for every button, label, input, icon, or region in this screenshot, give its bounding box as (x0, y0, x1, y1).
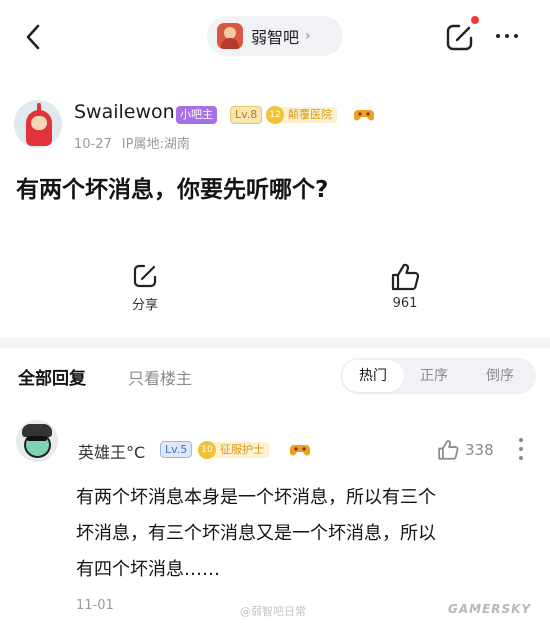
reply-more-button[interactable] (516, 438, 526, 460)
notification-dot (471, 16, 479, 24)
share-label: 分享 (131, 298, 158, 313)
game-controller-icon (354, 110, 374, 121)
forum-name-pill[interactable]: 弱智吧 › (207, 16, 343, 56)
reply-like-count: 338 (465, 441, 494, 459)
tab-host-only[interactable]: 只看楼主 (128, 365, 192, 389)
back-button[interactable] (18, 20, 48, 54)
title-badge-level: 12 (266, 106, 284, 124)
forum-name: 弱智吧 (251, 28, 300, 47)
like-button[interactable]: 961 (375, 262, 435, 311)
thumbs-up-icon (438, 440, 459, 460)
forum-avatar (217, 23, 243, 49)
tab-all-replies[interactable]: 全部回复 (18, 364, 86, 389)
reply-line: 坏消息，有三个坏消息又是一个坏消息，所以 (76, 523, 436, 544)
moderator-badge: 小吧主 (176, 106, 217, 124)
reply-author-name[interactable]: 英雄王°C (78, 439, 145, 463)
sort-toggle: 热门 正序 倒序 (340, 358, 536, 394)
share-button[interactable]: 分享 (115, 262, 175, 313)
sort-desc-button[interactable]: 倒序 (486, 358, 514, 394)
more-button[interactable] (496, 26, 526, 46)
sort-hot-button[interactable]: 热门 (342, 360, 404, 392)
replies-toolbar: 全部回复 只看楼主 热门 正序 倒序 (0, 350, 550, 400)
title-badge: 颠覆医院 12 (266, 106, 346, 124)
chevron-right-icon: › (305, 28, 311, 44)
reply-level-badge: Lv.5 (160, 441, 193, 458)
more-vertical-icon (519, 438, 523, 442)
edit-icon (446, 24, 473, 51)
source-watermark: @弱智吧日常 (240, 605, 306, 618)
share-icon (133, 264, 157, 288)
author-name[interactable]: Swailewon (74, 101, 175, 123)
post-title: 有两个坏消息，你要先听哪个? (16, 177, 329, 203)
sort-asc-button[interactable]: 正序 (420, 358, 448, 394)
site-watermark: GAMERSKY (448, 602, 532, 616)
game-controller-icon (290, 445, 310, 456)
ip-location: IP属地:湖南 (121, 137, 190, 152)
reply-line: 有两个坏消息本身是一个坏消息，所以有三个 (76, 487, 436, 508)
reply-title-badge-level: 10 (198, 441, 216, 459)
like-count: 961 (392, 296, 418, 311)
author-avatar[interactable] (14, 100, 62, 148)
back-arrow-icon (26, 24, 40, 50)
level-badge: Lv.8 (230, 106, 263, 124)
reply-avatar[interactable] (16, 420, 58, 462)
reply-line: 有四个坏消息…… (76, 559, 220, 580)
post-meta: 10-27 IP属地:湖南 (74, 133, 190, 152)
top-bar: 弱智吧 › (0, 0, 550, 76)
reply-content: 有两个坏消息本身是一个坏消息，所以有三个 坏消息，有三个坏消息又是一个坏消息，所… (76, 480, 528, 588)
title-badge-text: 颠覆医院 (278, 107, 337, 123)
more-icon (496, 34, 500, 38)
reply-title-badge-text: 征服护士 (210, 442, 269, 458)
thumbs-up-icon (391, 263, 420, 291)
reply-date: 11-01 (76, 598, 114, 613)
reply-like-button[interactable]: 338 (437, 436, 507, 464)
post-date: 10-27 (74, 137, 112, 152)
reply-title-badge: 征服护士 10 (198, 441, 284, 459)
section-divider (0, 338, 550, 348)
edit-button[interactable] (443, 20, 477, 54)
